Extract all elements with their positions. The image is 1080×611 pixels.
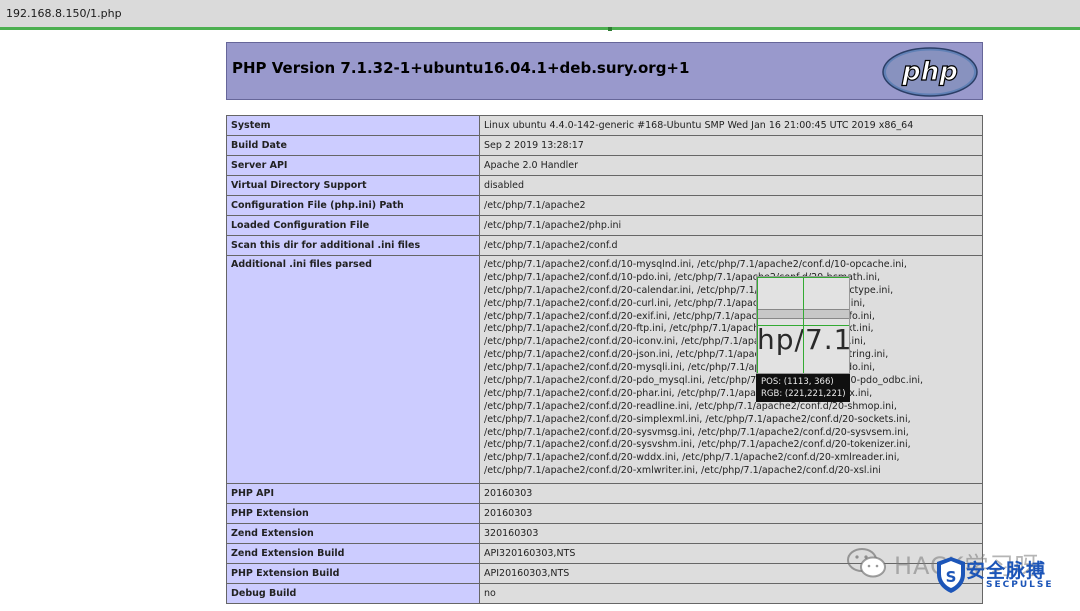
row-key: PHP Extension Build	[226, 563, 480, 584]
row-value: 20160303	[479, 503, 983, 524]
page-load-progress	[0, 27, 1080, 30]
ini-file-line: /etc/php/7.1/apache2/conf.d/20-wddx.ini,…	[484, 452, 900, 464]
row-key: Scan this dir for additional .ini files	[226, 235, 480, 256]
ini-file-line: /etc/php/7.1/apache2/conf.d/10-pdo.ini, …	[484, 271, 881, 283]
rgb-readout: RGB: (221,221,221)	[761, 389, 846, 399]
ini-file-line: /etc/php/7.1/apache2/conf.d/20-pdo_mysql…	[484, 375, 924, 387]
row-value: disabled	[479, 175, 983, 196]
table-row: System Linux ubuntu 4.4.0-142-generic #16…	[226, 115, 983, 136]
ini-file-line: /etc/php/7.1/apache2/conf.d/20-calendar.…	[484, 284, 894, 296]
ini-file-line: /etc/php/7.1/apache2/conf.d/10-mysqlnd.i…	[484, 259, 907, 270]
ini-file-line: /etc/php/7.1/apache2/conf.d/20-curl.ini,…	[484, 297, 866, 309]
shield-letter: S	[946, 568, 957, 586]
row-key: Configuration File (php.ini) Path	[226, 195, 480, 216]
brand-name: 安全脉搏	[966, 560, 1047, 582]
ini-file-line: /etc/php/7.1/apache2/conf.d/20-exif.ini,…	[484, 310, 875, 322]
brand-name-en: SECPULSE	[986, 580, 1054, 590]
crosshair-box	[757, 277, 849, 373]
row-key: System	[226, 115, 480, 136]
row-value: /etc/php/7.1/apache2/conf.d	[479, 235, 983, 256]
table-row: Virtual Directory Support disabled	[226, 175, 983, 196]
table-row: PHP Extension 20160303	[226, 503, 983, 524]
ini-file-line: /etc/php/7.1/apache2/conf.d/20-mysqli.in…	[484, 362, 876, 374]
address-bar[interactable]: 192.168.8.150/1.php	[0, 0, 1080, 29]
color-picker-tooltip: hp/7.1/ POS: (1113, 366) RGB: (221,221,2…	[756, 276, 850, 402]
row-key: Additional .ini files parsed	[226, 255, 480, 484]
table-row: Build Date Sep 2 2019 13:28:17	[226, 135, 983, 156]
ini-file-line: /etc/php/7.1/apache2/conf.d/20-simplexml…	[484, 413, 911, 425]
page-title: PHP Version 7.1.32-1+ubuntu16.04.1+deb.s…	[232, 59, 690, 77]
row-value: /etc/php/7.1/apache2/conf.d/10-mysqlnd.i…	[479, 255, 983, 484]
row-value: Sep 2 2019 13:28:17	[479, 135, 983, 156]
phpinfo-container: PHP Version 7.1.32-1+ubuntu16.04.1+deb.s…	[226, 42, 983, 100]
progress-marker	[608, 27, 612, 31]
row-value: /etc/php/7.1/apache2/php.ini	[479, 215, 983, 236]
php-logo-text: php	[901, 57, 958, 87]
watermark: HACK学习呀 S 安全脉搏 SECPULSE	[846, 540, 1076, 606]
url-text[interactable]: 192.168.8.150/1.php	[6, 7, 122, 20]
picker-readout: POS: (1113, 366) RGB: (221,221,221)	[756, 374, 850, 402]
table-row: Server API Apache 2.0 Handler	[226, 155, 983, 176]
ini-file-line: /etc/php/7.1/apache2/conf.d/20-json.ini,…	[484, 349, 889, 361]
row-value: Linux ubuntu 4.4.0-142-generic #168-Ubun…	[479, 115, 983, 136]
row-value: /etc/php/7.1/apache2	[479, 195, 983, 216]
ini-file-line: /etc/php/7.1/apache2/conf.d/20-phar.ini,…	[484, 387, 873, 399]
row-key: Zend Extension Build	[226, 543, 480, 564]
php-logo-icon: php	[882, 47, 978, 97]
table-row: Loaded Configuration File/etc/php/7.1/ap…	[226, 215, 983, 236]
pos-readout: POS: (1113, 366)	[761, 377, 834, 387]
table-row: PHP API 20160303	[226, 483, 983, 504]
row-key: Server API	[226, 155, 480, 176]
row-key: PHP Extension	[226, 503, 480, 524]
row-value: Apache 2.0 Handler	[479, 155, 983, 176]
row-key-text: Additional .ini files parsed	[231, 259, 372, 270]
row-key: Build Date	[226, 135, 480, 156]
table-row: Additional .ini files parsed /etc/php/7.…	[226, 255, 983, 484]
php-version-header: PHP Version 7.1.32-1+ubuntu16.04.1+deb.s…	[226, 42, 983, 100]
table-row: Configuration File (php.ini) Path/etc/ph…	[226, 195, 983, 216]
ini-file-line: /etc/php/7.1/apache2/conf.d/20-sysvshm.i…	[484, 439, 911, 451]
phpinfo-table: System Linux ubuntu 4.4.0-142-generic #16…	[226, 115, 983, 604]
ini-file-line: /etc/php/7.1/apache2/conf.d/20-sysvmsg.i…	[484, 426, 909, 438]
ini-file-line: /etc/php/7.1/apache2/conf.d/20-xmlwriter…	[484, 465, 881, 477]
wechat-icon	[847, 548, 886, 578]
ini-file-line: /etc/php/7.1/apache2/conf.d/20-iconv.ini…	[484, 336, 866, 348]
ini-file-line: /etc/php/7.1/apache2/conf.d/20-readline.…	[484, 400, 897, 412]
table-row: Scan this dir for additional .ini files /…	[226, 235, 983, 256]
shield-icon: S	[937, 557, 965, 593]
row-key: Loaded Configuration File	[226, 215, 480, 236]
ini-file-line: /etc/php/7.1/apache2/conf.d/20-ftp.ini, …	[484, 323, 874, 335]
row-key: PHP API	[226, 483, 480, 504]
magnifier: hp/7.1/	[756, 276, 850, 374]
row-value: 20160303	[479, 483, 983, 504]
row-key: Zend Extension	[226, 523, 480, 544]
row-key: Debug Build	[226, 583, 480, 604]
ini-files-list: /etc/php/7.1/apache2/conf.d/10-mysqlnd.i…	[484, 256, 979, 478]
row-key: Virtual Directory Support	[226, 175, 480, 196]
